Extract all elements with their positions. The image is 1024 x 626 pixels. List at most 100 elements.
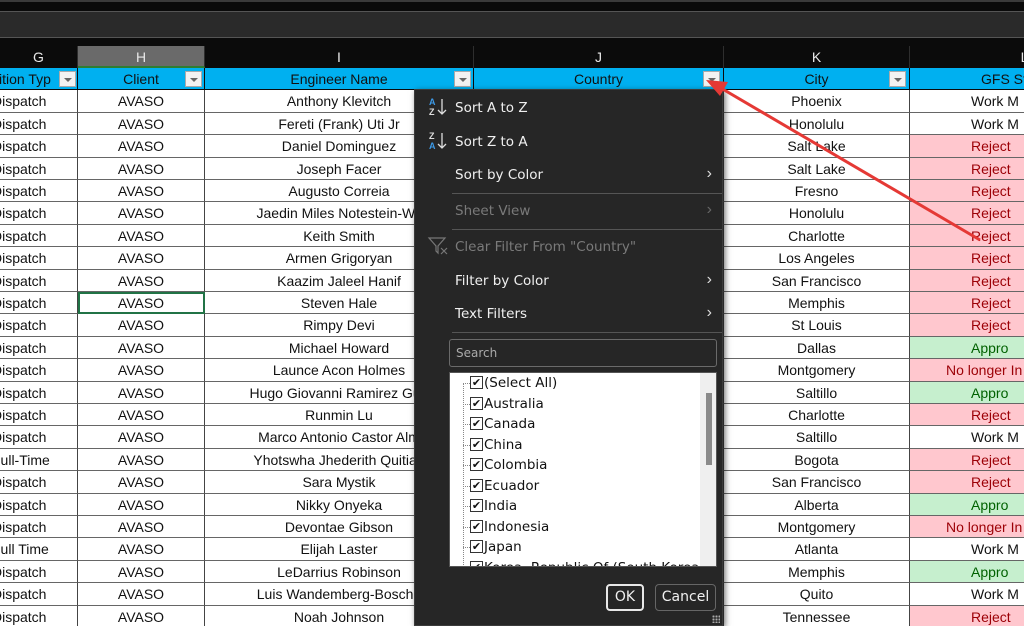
cell-gfs-status[interactable]: Work M xyxy=(910,583,1024,606)
cell-gfs-status[interactable]: Reject xyxy=(910,404,1024,427)
cell-city[interactable]: Atlanta xyxy=(724,538,910,561)
text-filters-item[interactable]: Text Filters › xyxy=(415,298,722,328)
checkbox-checked-icon[interactable]: ✔ xyxy=(470,519,483,533)
cell-city[interactable]: Saltillo xyxy=(724,381,910,404)
cell-gfs-status[interactable]: Reject xyxy=(910,292,1024,315)
cell-city[interactable]: Saltillo xyxy=(724,426,910,449)
cell-city[interactable]: Tennessee xyxy=(724,605,910,626)
list-scrollbar[interactable] xyxy=(700,373,716,566)
resize-grip-icon[interactable] xyxy=(712,615,720,623)
checkbox-checked-icon[interactable]: ✔ xyxy=(470,499,483,512)
cell-position-type[interactable]: Dispatch xyxy=(0,112,78,136)
filter-value-item[interactable]: ✔ Indonesia xyxy=(450,517,549,538)
cell-client[interactable]: AVASO xyxy=(78,180,205,203)
cell-client[interactable]: AVASO xyxy=(78,336,205,360)
cell-gfs-status[interactable]: Work M xyxy=(910,90,1024,113)
cell-client[interactable]: AVASO xyxy=(78,448,205,472)
cell-gfs-status[interactable]: Reject xyxy=(910,224,1024,248)
cell-gfs-status[interactable]: No longer In xyxy=(910,359,1024,382)
cell-client[interactable]: AVASO xyxy=(78,516,205,539)
filter-by-color-item[interactable]: Filter by Color › xyxy=(415,265,722,295)
list-scrollbar-thumb[interactable] xyxy=(706,393,712,465)
filter-search-input[interactable]: Search xyxy=(449,339,717,367)
cell-position-type[interactable]: Dispatch xyxy=(0,224,78,248)
cell-client[interactable]: AVASO xyxy=(78,202,205,225)
cell-city[interactable]: Quito xyxy=(724,583,910,606)
cell-position-type[interactable]: Dispatch xyxy=(0,426,78,449)
filter-value-item[interactable]: ✔ Colombia xyxy=(450,455,547,476)
cell-gfs-status[interactable]: Work M xyxy=(910,426,1024,449)
cell-city[interactable]: San Francisco xyxy=(724,269,910,292)
city-filter-button[interactable] xyxy=(889,71,906,87)
checkbox-checked-icon[interactable]: ✔ xyxy=(470,478,483,492)
cell-client[interactable]: AVASO xyxy=(78,247,205,270)
cell-gfs-status[interactable]: Appro xyxy=(910,560,1024,584)
filter-value-item[interactable]: ✔ Japan xyxy=(450,537,522,558)
cell-city[interactable]: Phoenix xyxy=(724,90,910,113)
filter-value-item[interactable]: ✔ India xyxy=(450,496,517,517)
cell-position-type[interactable]: Dispatch xyxy=(0,471,78,494)
country-filter-button[interactable] xyxy=(703,71,720,87)
cell-position-type[interactable]: Dispatch xyxy=(0,180,78,203)
cell-position-type[interactable]: Dispatch xyxy=(0,381,78,404)
cell-position-type[interactable]: Dispatch xyxy=(0,583,78,606)
cell-gfs-status[interactable]: Appro xyxy=(910,336,1024,360)
checkbox-checked-icon[interactable]: ✔ xyxy=(470,540,483,553)
cell-position-type[interactable]: Dispatch xyxy=(0,560,78,584)
filter-value-item[interactable]: ✔ Ecuador xyxy=(450,476,539,497)
cell-client[interactable]: AVASO xyxy=(78,157,205,180)
cell-position-type[interactable]: Dispatch xyxy=(0,90,78,113)
cell-client[interactable]: AVASO xyxy=(78,426,205,449)
column-header-l[interactable]: L xyxy=(910,46,1024,68)
cell-gfs-status[interactable]: Reject xyxy=(910,605,1024,626)
engineer-name-filter-button[interactable] xyxy=(454,71,471,87)
ok-button[interactable]: OK xyxy=(606,584,644,611)
cell-city[interactable]: Honolulu xyxy=(724,112,910,136)
position-type-filter-button[interactable] xyxy=(59,71,76,87)
cell-city[interactable]: Fresno xyxy=(724,180,910,203)
client-filter-button[interactable] xyxy=(185,71,202,87)
cell-client[interactable]: AVASO xyxy=(78,381,205,404)
cell-client[interactable]: AVASO xyxy=(78,224,205,248)
cell-client[interactable]: AVASO xyxy=(78,135,205,158)
cell-gfs-status[interactable]: Reject xyxy=(910,135,1024,158)
cell-gfs-status[interactable]: Appro xyxy=(910,493,1024,516)
cell-city[interactable]: Los Angeles xyxy=(724,247,910,270)
cell-gfs-status[interactable]: Work M xyxy=(910,112,1024,136)
cell-gfs-status[interactable]: No longer In xyxy=(910,516,1024,539)
checkbox-checked-icon[interactable]: ✔ xyxy=(470,417,483,430)
cell-city[interactable]: San Francisco xyxy=(724,471,910,494)
cell-gfs-status[interactable]: Reject xyxy=(910,471,1024,494)
cell-client[interactable]: AVASO xyxy=(78,493,205,516)
cell-client[interactable]: AVASO xyxy=(78,560,205,584)
checkbox-checked-icon[interactable]: ✔ xyxy=(470,396,483,410)
cell-position-type[interactable]: Dispatch xyxy=(0,605,78,626)
cell-position-type[interactable]: Dispatch xyxy=(0,493,78,516)
filter-value-item[interactable]: ✔ Canada xyxy=(450,414,535,435)
filter-value-item[interactable]: ✔Korea, Republic Of (South Korea) xyxy=(450,558,705,566)
cell-gfs-status[interactable]: Work M xyxy=(910,538,1024,561)
cell-city[interactable]: Charlotte xyxy=(724,224,910,248)
checkbox-checked-icon[interactable]: ✔ xyxy=(470,376,483,389)
cell-client[interactable]: AVASO xyxy=(78,314,205,337)
sort-a-to-z-item[interactable]: A Z Sort A to Z xyxy=(415,92,722,122)
checkbox-checked-icon[interactable]: ✔ xyxy=(470,437,483,451)
cell-gfs-status[interactable]: Appro xyxy=(910,381,1024,404)
column-header-i[interactable]: I xyxy=(205,46,474,68)
filter-value-item[interactable]: ✔ China xyxy=(450,435,523,456)
cell-position-type[interactable]: Dispatch xyxy=(0,247,78,270)
cell-gfs-status[interactable]: Reject xyxy=(910,247,1024,270)
filter-value-item[interactable]: ✔ Australia xyxy=(450,394,544,415)
cell-client[interactable]: AVASO xyxy=(78,538,205,561)
cell-city[interactable]: Honolulu xyxy=(724,202,910,225)
column-header-j[interactable]: J xyxy=(474,46,724,68)
filter-value-item[interactable]: ✔ (Select All) xyxy=(450,373,557,394)
column-header-k[interactable]: K xyxy=(724,46,910,68)
cell-client[interactable]: AVASO xyxy=(78,404,205,427)
cell-position-type[interactable]: Dispatch xyxy=(0,359,78,382)
checkbox-checked-icon[interactable]: ✔ xyxy=(470,458,483,471)
cell-city[interactable]: Dallas xyxy=(724,336,910,360)
cell-gfs-status[interactable]: Reject xyxy=(910,314,1024,337)
cell-client[interactable]: AVASO xyxy=(78,583,205,606)
cell-city[interactable]: Salt Lake xyxy=(724,135,910,158)
